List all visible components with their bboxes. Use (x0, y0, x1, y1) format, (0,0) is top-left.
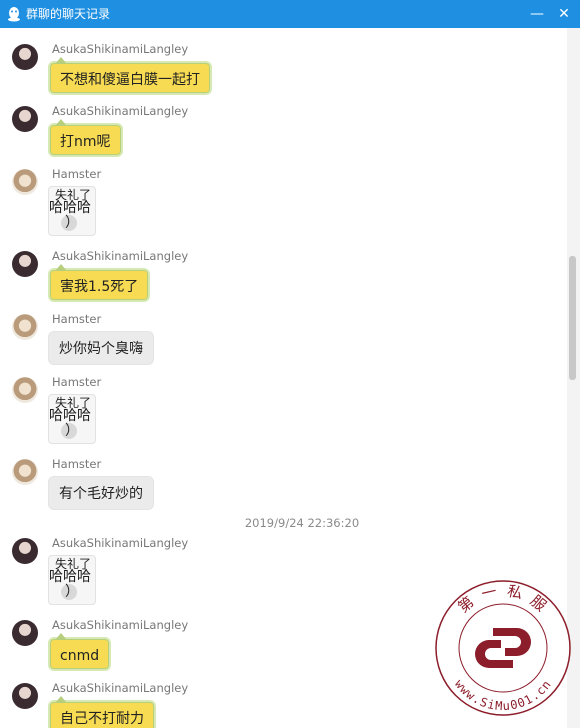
timestamp: 2019/9/24 22:36:20 (244, 516, 360, 530)
avatar[interactable] (12, 314, 38, 340)
avatar[interactable] (12, 251, 38, 277)
sender-name: Hamster (52, 375, 102, 389)
sender-name: Hamster (52, 312, 102, 326)
sticker-text: 哈哈哈 (49, 200, 91, 216)
sticker-text: ） (65, 423, 79, 439)
minimize-button[interactable]: — (524, 0, 550, 28)
sender-name: AsukaShikinamiLangley (52, 42, 189, 56)
window-titlebar: 群聊的聊天记录 — ✕ (0, 0, 580, 28)
sender-name: Hamster (52, 167, 102, 181)
message-bubble[interactable]: 炒你妈个臭嗨 (48, 331, 154, 365)
sticker-image[interactable]: 失礼了 哈哈哈 ） (48, 394, 96, 444)
avatar[interactable] (12, 683, 38, 709)
sender-name: AsukaShikinamiLangley (52, 104, 189, 118)
avatar[interactable] (12, 620, 38, 646)
watermark-logo: 第 一 私 服 www.SiMu001.cn (435, 580, 571, 716)
message-bubble[interactable]: 有个毛好炒的 (48, 476, 154, 510)
window-title: 群聊的聊天记录 (26, 7, 111, 21)
sticker-text: 哈哈哈 (49, 569, 91, 585)
sender-name: AsukaShikinamiLangley (52, 249, 189, 263)
message-bubble[interactable]: 打nm呢 (48, 119, 123, 157)
avatar[interactable] (12, 459, 38, 485)
sender-name: AsukaShikinamiLangley (52, 618, 189, 632)
sticker-image[interactable]: 失礼了 哈哈哈 ） (48, 186, 96, 236)
message-bubble[interactable]: 自己不打耐力 (48, 696, 156, 728)
sender-name: AsukaShikinamiLangley (52, 681, 189, 695)
message-bubble[interactable]: 不想和傻逼白膜一起打 (48, 57, 212, 95)
avatar[interactable] (12, 44, 38, 70)
sticker-text: ） (65, 215, 79, 231)
close-button[interactable]: ✕ (551, 0, 577, 28)
sticker-text: 哈哈哈 (49, 408, 91, 424)
qq-penguin-icon (8, 7, 20, 22)
avatar[interactable] (12, 106, 38, 132)
avatar[interactable] (12, 169, 38, 195)
sticker-image[interactable]: 失礼了 哈哈哈 ） (48, 555, 96, 605)
message-bubble[interactable]: cnmd (48, 633, 112, 671)
sender-name: AsukaShikinamiLangley (52, 536, 189, 550)
avatar[interactable] (12, 377, 38, 403)
scrollbar-thumb[interactable] (569, 256, 576, 380)
message-bubble[interactable]: 害我1.5死了 (48, 264, 151, 302)
avatar[interactable] (12, 538, 38, 564)
sticker-text: ） (65, 584, 79, 600)
sender-name: Hamster (52, 457, 102, 471)
